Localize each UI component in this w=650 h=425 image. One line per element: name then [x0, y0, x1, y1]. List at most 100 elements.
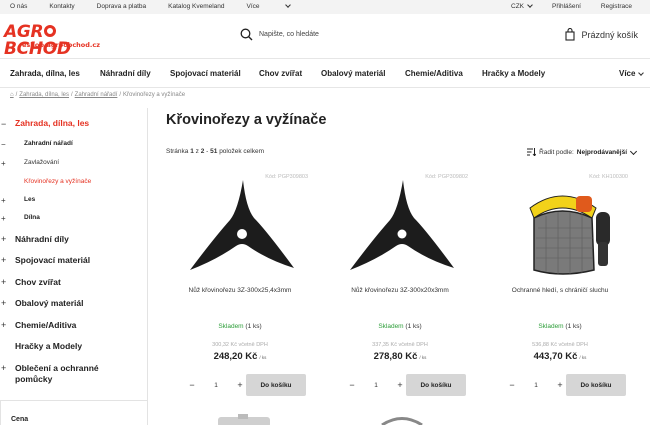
sidebar-subitem-garden-tools[interactable]: Zahradní nářadí — [24, 140, 73, 147]
brush-cutter-blade-icon[interactable] — [348, 178, 456, 278]
link-more[interactable]: Více — [247, 2, 291, 10]
increment-button[interactable]: + — [554, 380, 566, 390]
breadcrumb-link[interactable]: Zahrada, dílna, les — [19, 92, 69, 98]
expand-icon[interactable]: + — [1, 256, 6, 265]
cart-label: Prázdný košík — [581, 29, 638, 40]
stock-label: Skladem — [538, 323, 564, 330]
sidebar-item-packaging[interactable]: Obalový materiál — [15, 298, 84, 309]
login-link[interactable]: Přihlášení — [552, 3, 581, 10]
sidebar-subitem-irrigation[interactable]: Zavlažování — [24, 159, 59, 166]
header: AGRBCHOD eshop.agroobchod.cz Napište, co… — [0, 14, 650, 58]
expand-icon[interactable]: + — [1, 321, 6, 330]
product-price: 278,80 Kč / ks — [326, 351, 474, 362]
stock-status: Skladem (1 ks) — [166, 323, 314, 330]
search-icon — [240, 28, 253, 41]
register-link[interactable]: Registrace — [601, 3, 632, 10]
sidebar-item-spare-parts[interactable]: Náhradní díly — [15, 234, 69, 245]
sidebar-item-garden[interactable]: Zahrada, dílna, les — [15, 118, 89, 129]
nav-item-chemicals[interactable]: Chemie/Aditiva — [405, 69, 463, 78]
sort-icon — [527, 148, 537, 156]
price-value: 278,80 Kč — [373, 351, 418, 362]
price-with-vat: 536,88 Kč včetně DPH — [532, 342, 588, 348]
decrement-button[interactable]: − — [186, 380, 198, 390]
expand-icon[interactable]: + — [1, 214, 6, 223]
add-to-cart-button[interactable]: Do košíku — [406, 374, 466, 396]
expand-icon[interactable]: + — [1, 299, 6, 308]
product-name[interactable]: Nůž křovinořezu 3Z-300x25,4x3mm — [166, 287, 314, 294]
page-label: Stránka — [166, 148, 189, 155]
breadcrumb-link[interactable]: Zahradní nářadí — [75, 92, 118, 98]
sidebar-item-animals[interactable]: Chov zvířat — [15, 277, 61, 288]
sidebar-item-chemicals[interactable]: Chemie/Aditiva — [15, 320, 76, 331]
expand-icon[interactable]: + — [1, 364, 6, 373]
sidebar-subitem-forest[interactable]: Les — [24, 196, 35, 203]
sidebar-item-clothing[interactable]: Oblečení a ochranné pomůcky — [15, 363, 125, 385]
sidebar-item-toys[interactable]: Hračky a Modely — [15, 341, 82, 352]
link-shipping[interactable]: Doprava a platba — [97, 3, 147, 10]
price-unit: / ks — [419, 355, 427, 360]
nav-item-fasteners[interactable]: Spojovací materiál — [170, 69, 241, 78]
nav-item-more[interactable]: Více — [619, 69, 645, 78]
increment-button[interactable]: + — [234, 380, 246, 390]
product-name[interactable]: Ochranné hledí, s chráničí sluchu — [486, 287, 634, 294]
sidebar-subitem-trimmers[interactable]: Křovinořezy a vyžínače — [24, 178, 91, 185]
items-suffix: položek celkem — [219, 148, 264, 155]
quantity-value[interactable]: 1 — [214, 382, 218, 389]
search-input[interactable]: Napište, co hledáte — [240, 28, 319, 41]
collapse-icon[interactable]: − — [1, 140, 6, 149]
sort-dropdown[interactable]: Řadit podle: Nejprodávanější — [527, 147, 638, 156]
nav-item-spare-parts[interactable]: Náhradní díly — [100, 69, 151, 78]
logo[interactable]: AGRBCHOD eshop.agroobchod.cz — [4, 24, 114, 58]
home-icon[interactable]: ⌂ — [10, 92, 14, 98]
page-total: 2 — [200, 148, 205, 155]
cart-button[interactable]: Prázdný košík — [565, 28, 638, 41]
decrement-button[interactable]: − — [346, 380, 358, 390]
chevron-down-icon — [284, 2, 291, 8]
stock-status: Skladem (1 ks) — [326, 323, 474, 330]
expand-icon[interactable]: + — [1, 196, 6, 205]
price-unit: / ks — [579, 355, 587, 360]
face-shield-icon[interactable] — [508, 178, 616, 278]
sidebar-item-fasteners[interactable]: Spojovací materiál — [15, 255, 90, 266]
page-title: Křovinořezy a vyžínače — [166, 112, 327, 128]
increment-button[interactable]: + — [394, 380, 406, 390]
expand-icon[interactable]: + — [1, 159, 6, 168]
link-catalog[interactable]: Katalog Kvemeland — [168, 3, 224, 10]
quantity-value[interactable]: 1 — [374, 382, 378, 389]
price-filter[interactable]: Cena — [0, 400, 148, 425]
add-to-cart-button[interactable]: Do košíku — [246, 374, 306, 396]
product-card[interactable]: Kód: PGP309802 Nůž křovinořezu 3Z-300x20… — [326, 170, 474, 410]
brush-cutter-blade-icon[interactable] — [188, 178, 296, 278]
expand-icon[interactable]: + — [1, 235, 6, 244]
nav-item-animals[interactable]: Chov zvířat — [259, 69, 302, 78]
currency-label: CZK — [511, 3, 525, 10]
collapse-icon[interactable]: − — [1, 120, 6, 129]
quantity-value[interactable]: 1 — [534, 382, 538, 389]
stock-label: Skladem — [378, 323, 404, 330]
product-image-peek[interactable] — [372, 414, 432, 425]
stock-label: Skladem — [218, 323, 244, 330]
product-name[interactable]: Nůž křovinořezu 3Z-300x20x3mm — [326, 287, 474, 294]
quantity-stepper: − 1 + — [346, 374, 406, 396]
top-right: CZK Přihlášení Registrace — [471, 2, 632, 10]
category-sidebar: − Zahrada, dílna, les − Zahradní nářadí … — [0, 108, 148, 425]
product-card[interactable]: Kód: PGP309803 Nůž křovinořezu 3Z-300x25… — [166, 170, 314, 410]
logo-subtitle: eshop.agroobchod.cz — [22, 41, 101, 49]
add-to-cart-button[interactable]: Do košíku — [566, 374, 626, 396]
product-image-peek[interactable] — [214, 414, 274, 425]
sidebar-subitem-workshop[interactable]: Dílna — [24, 214, 40, 221]
breadcrumb: ⌂ / Zahrada, dílna, les / Zahradní nářadí / Kř… — [10, 92, 186, 98]
nav-item-garden[interactable]: Zahrada, dílna, les — [10, 69, 80, 78]
nav-item-toys[interactable]: Hračky a Modely — [482, 69, 545, 78]
nav-item-packaging[interactable]: Obalový materiál — [321, 69, 385, 78]
link-contacts[interactable]: Kontakty — [49, 3, 74, 10]
product-card[interactable]: Kód: KH100300 Ochranné hledí, s chráničí… — [486, 170, 634, 410]
page-of: z — [195, 148, 199, 155]
decrement-button[interactable]: − — [506, 380, 518, 390]
search-placeholder: Napište, co hledáte — [259, 31, 319, 38]
expand-icon[interactable]: + — [1, 278, 6, 287]
currency-select[interactable]: CZK — [491, 2, 533, 10]
link-about[interactable]: O nás — [10, 3, 27, 10]
shopping-bag-icon — [565, 28, 576, 41]
stock-qty: (1 ks) — [405, 323, 422, 330]
